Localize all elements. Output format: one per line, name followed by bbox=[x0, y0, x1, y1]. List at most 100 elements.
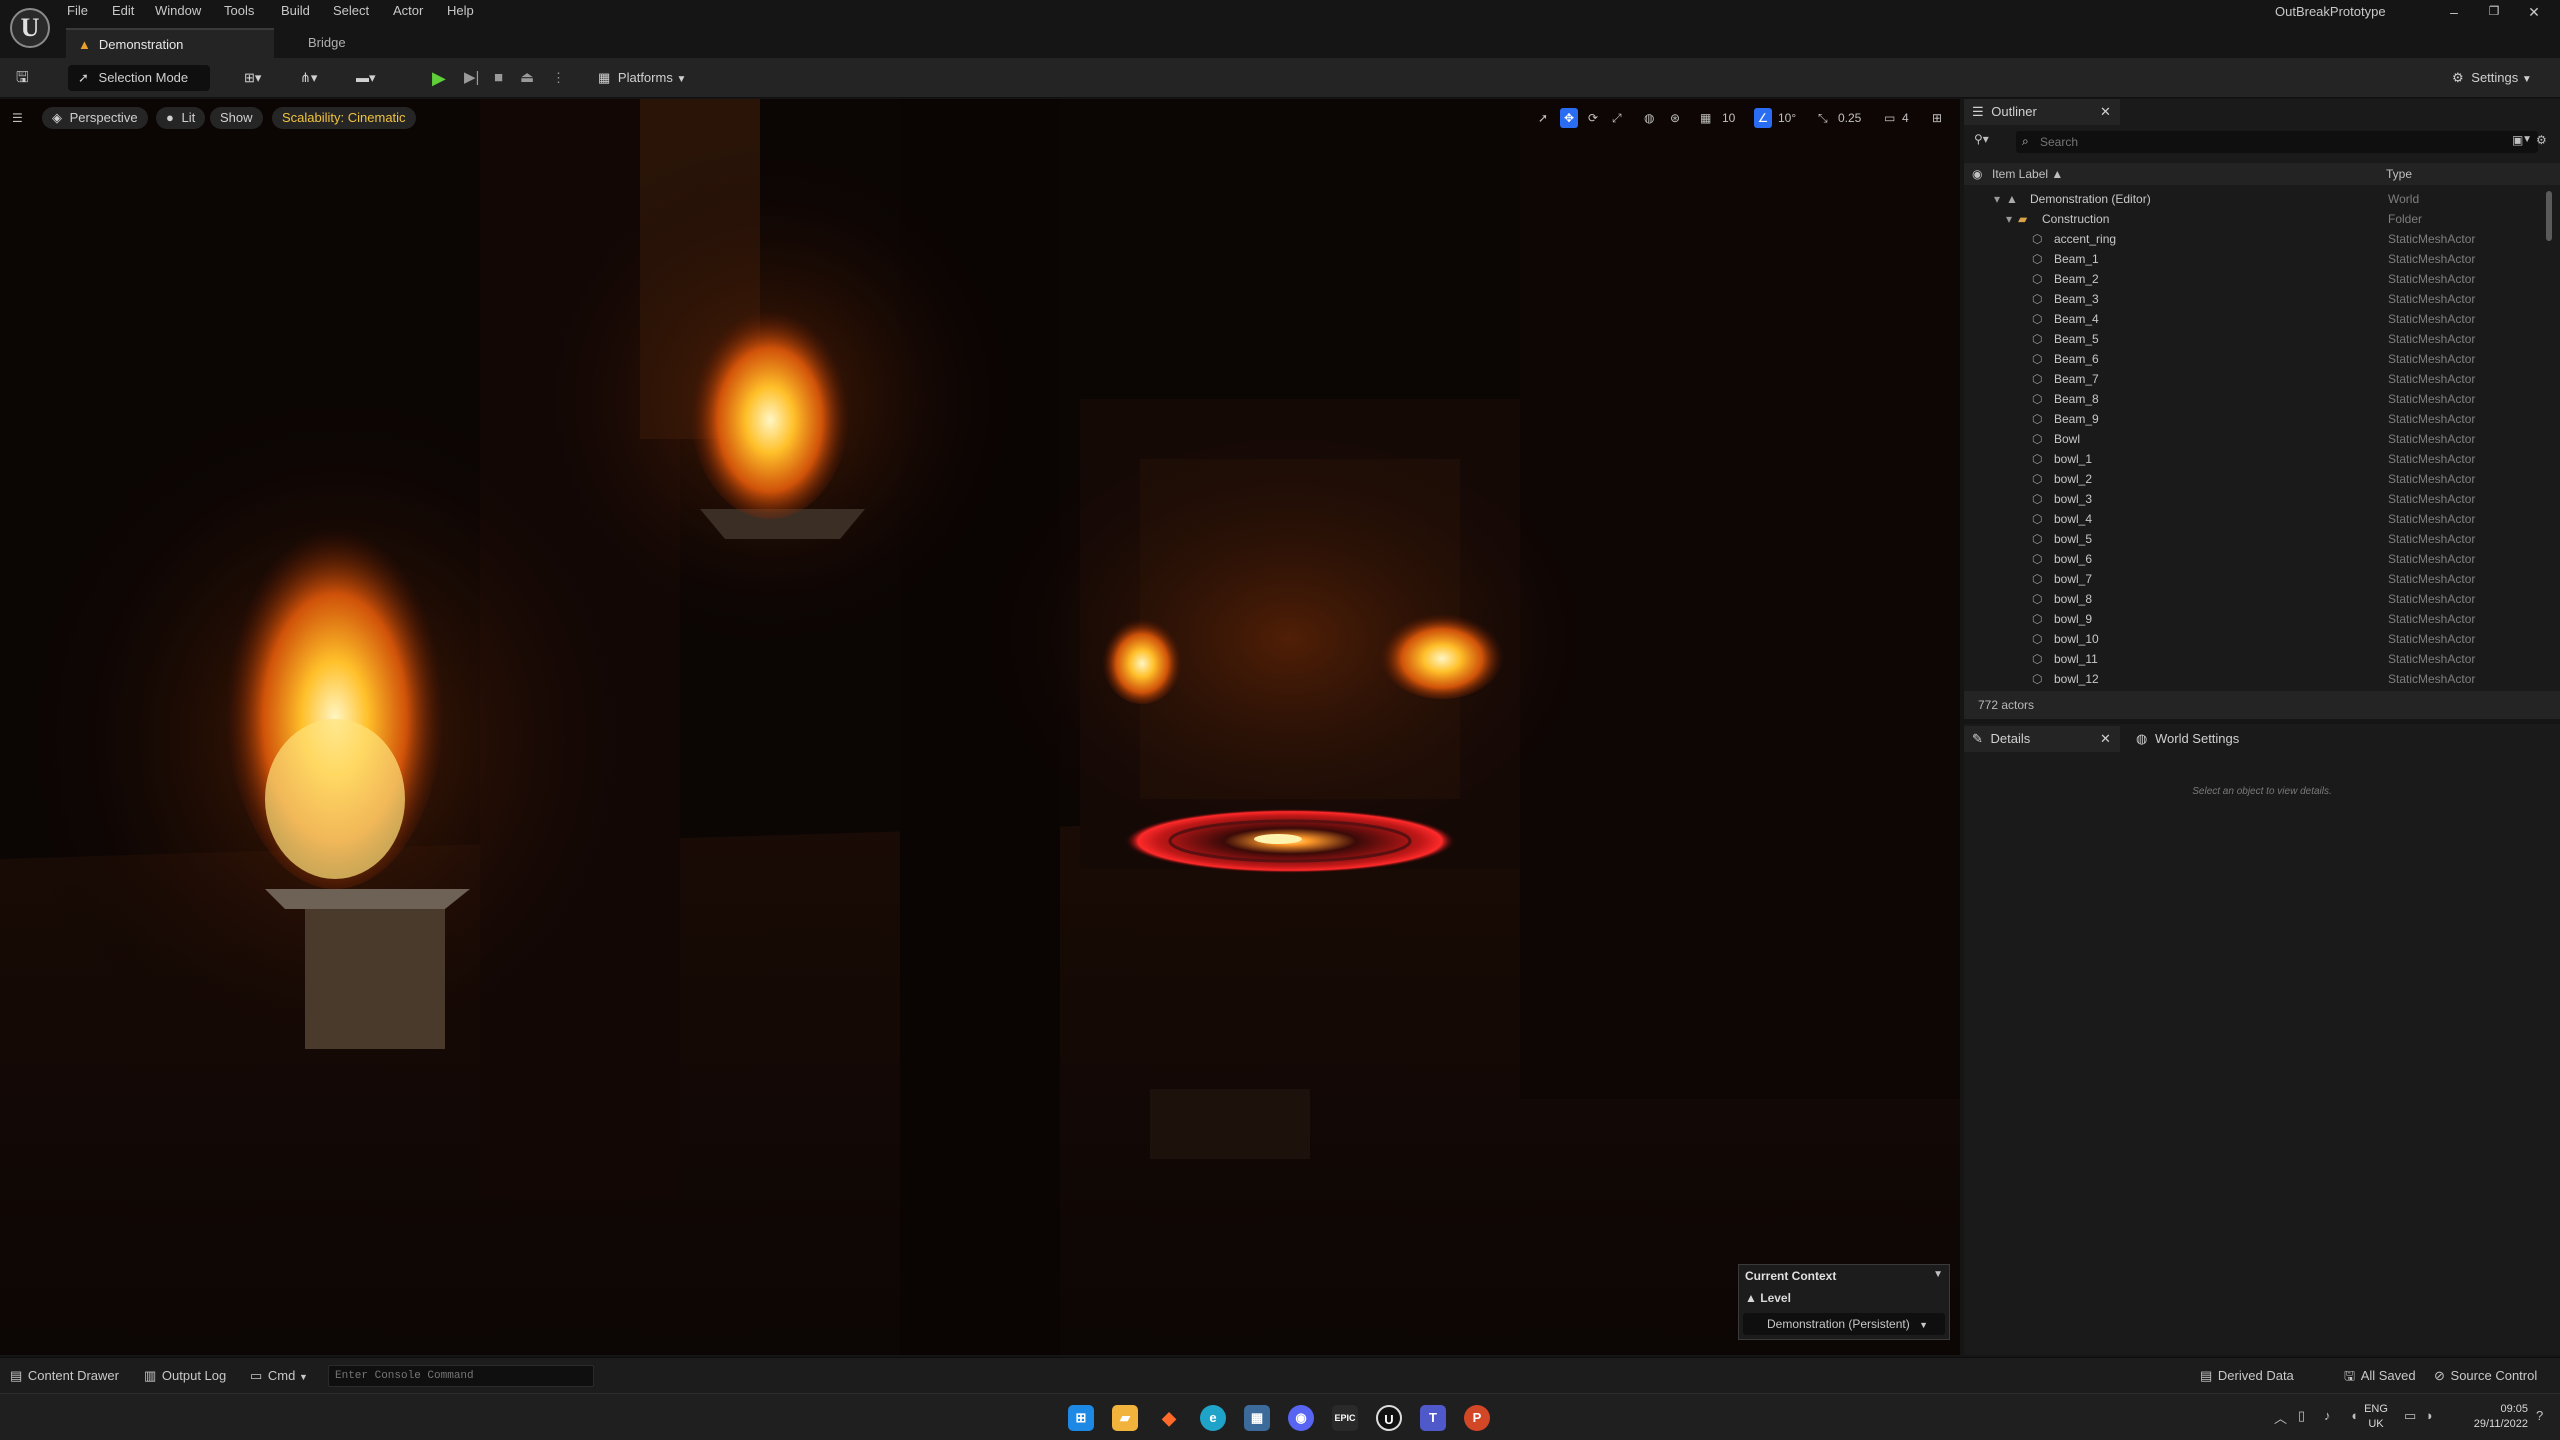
menu-tools[interactable]: Tools bbox=[224, 0, 254, 22]
photos-icon[interactable]: ▦ bbox=[1244, 1405, 1270, 1431]
more-options-icon[interactable]: ⋮ bbox=[552, 65, 565, 91]
console-command-input[interactable] bbox=[328, 1365, 594, 1387]
add-content-icon[interactable]: ⊞▾ bbox=[244, 65, 261, 91]
outliner-tab[interactable]: ☰ Outliner ✕ bbox=[1964, 99, 2120, 125]
usb-icon[interactable]: ▯ bbox=[2298, 1408, 2305, 1424]
hamburger-menu-icon[interactable]: ☰ bbox=[12, 108, 23, 128]
tree-row-actor[interactable]: ⬡ accent_ring StaticMeshActor bbox=[1964, 229, 2560, 249]
surface-snap-icon[interactable]: ⊛ bbox=[1670, 108, 1680, 128]
epic-games-icon[interactable]: EPIC bbox=[1332, 1405, 1358, 1431]
derived-data-button[interactable]: ▤ Derived Data bbox=[2200, 1366, 2294, 1386]
expand-icon[interactable]: ▾ bbox=[1994, 189, 2000, 209]
tree-row-actor[interactable]: ⬡ bowl_4 StaticMeshActor bbox=[1964, 509, 2560, 529]
scale-snap-icon[interactable]: ⤡ bbox=[1818, 108, 1828, 128]
all-saved-button[interactable]: 🖫 All Saved bbox=[2344, 1366, 2416, 1386]
perspective-button[interactable]: ◈ Perspective bbox=[42, 107, 148, 129]
tree-row-actor[interactable]: ⬡ bowl_2 StaticMeshActor bbox=[1964, 469, 2560, 489]
close-icon[interactable]: ✕ bbox=[2100, 726, 2111, 752]
source-control-button[interactable]: ⊘ Source Control bbox=[2434, 1366, 2537, 1386]
cinematics-icon[interactable]: ▬▾ bbox=[356, 65, 376, 91]
tree-row-actor[interactable]: ⬡ bowl_1 StaticMeshActor bbox=[1964, 449, 2560, 469]
search-bar[interactable]: ⌕ ▼ bbox=[2016, 131, 2538, 153]
minimize-icon[interactable]: – bbox=[2436, 4, 2472, 20]
search-input[interactable] bbox=[2040, 133, 2500, 151]
select-icon[interactable]: ➚ bbox=[1538, 108, 1548, 128]
windows-start-icon[interactable]: ⊞ bbox=[1068, 1405, 1094, 1431]
selection-mode-dropdown[interactable]: ➚ Selection Mode ▼ bbox=[68, 65, 210, 111]
edge-browser-icon[interactable]: e bbox=[1200, 1405, 1226, 1431]
step-icon[interactable]: ▶| bbox=[464, 65, 479, 91]
play-icon[interactable]: ▶ bbox=[432, 65, 446, 91]
menu-build[interactable]: Build bbox=[281, 0, 310, 22]
rotate-icon[interactable]: ⟳ bbox=[1588, 108, 1598, 128]
scalability-badge[interactable]: Scalability: Cinematic bbox=[272, 107, 416, 129]
camera-speed-icon[interactable]: ▭ bbox=[1884, 108, 1895, 128]
chevron-down-icon[interactable]: ▼ bbox=[2522, 134, 2532, 145]
visibility-icon[interactable]: ◉ bbox=[1972, 163, 1982, 185]
file-explorer-icon[interactable]: ▰ bbox=[1112, 1405, 1138, 1431]
tree-row-actor[interactable]: ⬡ Beam_6 StaticMeshActor bbox=[1964, 349, 2560, 369]
rotation-snap-icon[interactable]: ∠ bbox=[1754, 108, 1772, 128]
rotation-snap-value[interactable]: 10° bbox=[1778, 108, 1796, 128]
menu-actor[interactable]: Actor bbox=[393, 0, 423, 22]
expand-icon[interactable]: ▾ bbox=[2006, 209, 2012, 229]
cmd-dropdown[interactable]: ▭ Cmd ▼ bbox=[250, 1366, 308, 1386]
menu-window[interactable]: Window bbox=[155, 0, 201, 22]
item-label-header[interactable]: Item Label ▲ bbox=[1992, 163, 2063, 185]
tree-row-world[interactable]: ▾ ▲ Demonstration (Editor) World bbox=[1964, 189, 2560, 209]
blueprint-icon[interactable]: ⋔▾ bbox=[300, 65, 317, 91]
save-icon[interactable]: 🖫 bbox=[16, 65, 29, 91]
close-icon[interactable]: ✕ bbox=[2516, 4, 2552, 21]
settings-dropdown[interactable]: ⚙ Settings ▼ bbox=[2452, 65, 2532, 91]
scale-snap-value[interactable]: 0.25 bbox=[1838, 108, 1861, 128]
tree-row-actor[interactable]: ⬡ bowl_12 StaticMeshActor bbox=[1964, 669, 2560, 689]
content-drawer-button[interactable]: ▤ Content Drawer bbox=[10, 1366, 119, 1386]
show-button[interactable]: Show bbox=[210, 107, 263, 129]
grid-snap-icon[interactable]: ▦ bbox=[1700, 108, 1711, 128]
discord-icon[interactable]: ◉ bbox=[1288, 1405, 1314, 1431]
tree-row-actor[interactable]: ⬡ bowl_10 StaticMeshActor bbox=[1964, 629, 2560, 649]
tab-bridge[interactable]: Bridge bbox=[296, 28, 416, 58]
brave-browser-icon[interactable]: ◆ bbox=[1156, 1405, 1182, 1431]
platforms-dropdown[interactable]: ▦ Platforms ▼ bbox=[598, 65, 686, 91]
microphone-icon[interactable]: ♪ bbox=[2324, 1408, 2331, 1423]
volume-icon[interactable]: ◗ bbox=[2426, 1408, 2434, 1423]
tree-row-actor[interactable]: ⬡ Beam_8 StaticMeshActor bbox=[1964, 389, 2560, 409]
help-icon[interactable]: ? bbox=[2536, 1408, 2543, 1423]
type-header[interactable]: Type bbox=[2386, 163, 2412, 185]
tree-row-actor[interactable]: ⬡ bowl_3 StaticMeshActor bbox=[1964, 489, 2560, 509]
scale-icon[interactable]: ⤢ bbox=[1612, 108, 1622, 128]
details-tab[interactable]: ✎ Details ✕ bbox=[1964, 726, 2120, 752]
tree-row-actor[interactable]: ⬡ Beam_9 StaticMeshActor bbox=[1964, 409, 2560, 429]
tree-row-actor[interactable]: ⬡ Beam_2 StaticMeshActor bbox=[1964, 269, 2560, 289]
lit-button[interactable]: ● Lit bbox=[156, 107, 206, 129]
language-indicator[interactable]: ENG UK bbox=[2356, 1402, 2396, 1432]
output-log-button[interactable]: ▥ Output Log bbox=[144, 1366, 226, 1386]
menu-select[interactable]: Select bbox=[333, 0, 369, 22]
world-local-icon[interactable]: ◍ bbox=[1644, 108, 1654, 128]
tree-row-actor[interactable]: ⬡ bowl_7 StaticMeshActor bbox=[1964, 569, 2560, 589]
tree-row-actor[interactable]: ⬡ Beam_3 StaticMeshActor bbox=[1964, 289, 2560, 309]
powerpoint-icon[interactable]: P bbox=[1464, 1405, 1490, 1431]
teams-icon[interactable]: T bbox=[1420, 1405, 1446, 1431]
tree-row-actor[interactable]: ⬡ Beam_5 StaticMeshActor bbox=[1964, 329, 2560, 349]
menu-file[interactable]: File bbox=[67, 0, 88, 22]
eject-icon[interactable]: ⏏ bbox=[520, 65, 534, 91]
tree-row-actor[interactable]: ⬡ bowl_6 StaticMeshActor bbox=[1964, 549, 2560, 569]
tree-row-actor[interactable]: ⬡ bowl_5 StaticMeshActor bbox=[1964, 529, 2560, 549]
stop-icon[interactable]: ■ bbox=[494, 65, 503, 91]
outliner-scrollbar[interactable] bbox=[2546, 191, 2552, 241]
menu-edit[interactable]: Edit bbox=[112, 0, 134, 22]
filter-icon[interactable]: ⚲▾ bbox=[1974, 132, 1989, 146]
tree-row-actor[interactable]: ⬡ bowl_9 StaticMeshActor bbox=[1964, 609, 2560, 629]
level-selector-dropdown[interactable]: Demonstration (Persistent) ▼ bbox=[1743, 1313, 1945, 1335]
viewport-layout-icon[interactable]: ⊞ bbox=[1932, 108, 1942, 128]
tree-row-actor[interactable]: ⬡ bowl_11 StaticMeshActor bbox=[1964, 649, 2560, 669]
menu-help[interactable]: Help bbox=[447, 0, 474, 22]
clock[interactable]: 09:05 29/11/2022 bbox=[2448, 1402, 2528, 1432]
tab-demonstration[interactable]: ▲ Demonstration bbox=[66, 28, 274, 58]
level-viewport[interactable]: ☰ ◈ Perspective ● Lit Show Scalability: … bbox=[0, 99, 1960, 1355]
add-folder-icon[interactable]: ▣ bbox=[2512, 133, 2523, 147]
tree-row-actor[interactable]: ⬡ Beam_7 StaticMeshActor bbox=[1964, 369, 2560, 389]
unreal-logo-icon[interactable]: U bbox=[10, 8, 50, 48]
